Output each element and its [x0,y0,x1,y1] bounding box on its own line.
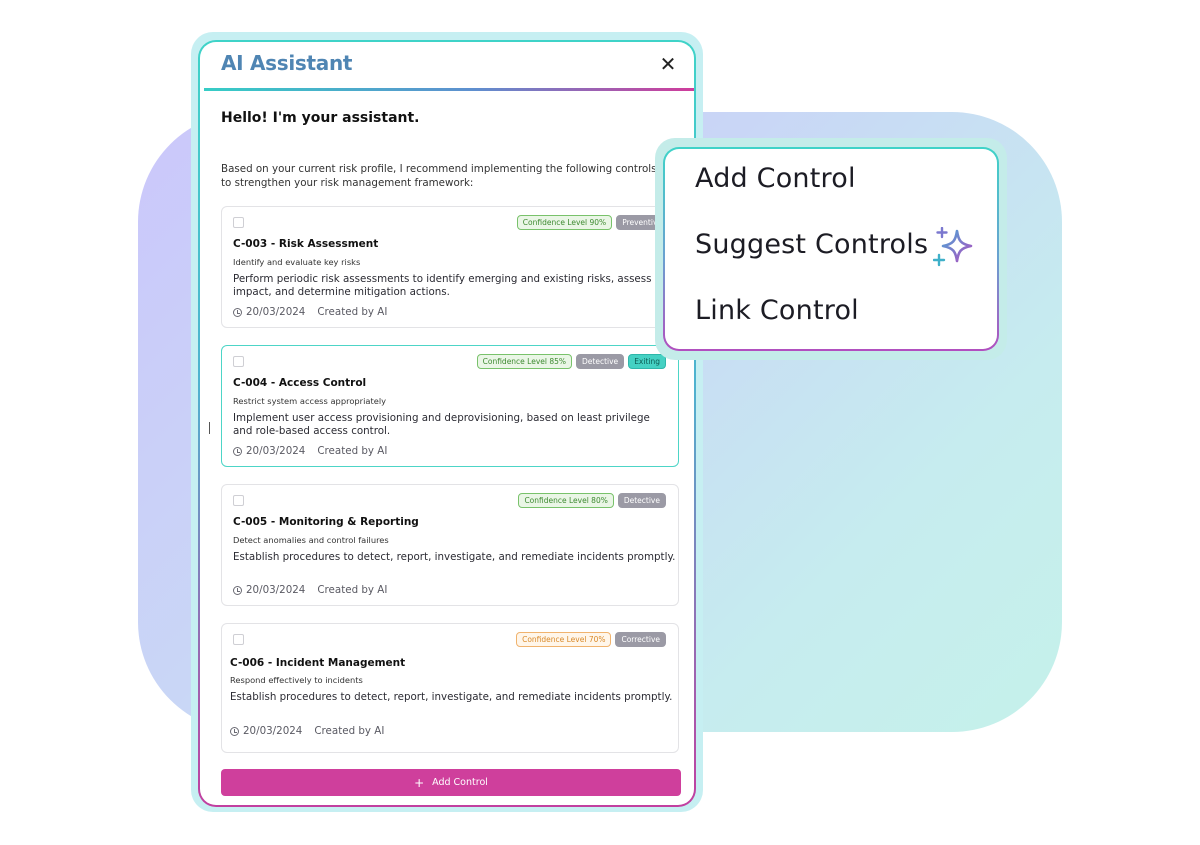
text-cursor [209,422,210,434]
card-subtitle: Detect anomalies and control failures [233,535,389,545]
card-footer: 20/03/2024 Created by AI [233,445,387,457]
card-subtitle: Identify and evaluate key risks [233,257,361,267]
panel-title: AI Assistant [221,51,353,75]
card-footer: 20/03/2024 Created by AI [233,584,387,596]
clock-icon [230,726,239,736]
card-checkbox[interactable] [233,217,244,228]
confidence-badge: Confidence Level 85% [476,354,573,369]
status-badge: Exiting [628,354,666,369]
clock-icon [233,446,242,456]
type-badge: Corrective [615,632,666,647]
plus-icon: + [414,775,425,790]
sparkle-icon [933,227,973,267]
card-checkbox[interactable] [233,356,244,367]
card-subtitle: Respond effectively to incidents [230,675,363,685]
card-creator: Created by AI [314,725,385,737]
card-creator: Created by AI [317,445,388,457]
add-control-label: Add Control [432,777,488,788]
card-description: Establish procedures to detect, report, … [230,691,673,703]
card-title: C-006 - Incident Management [230,657,406,669]
card-creator: Created by AI [317,306,388,318]
card-title: C-005 - Monitoring & Reporting [233,516,419,528]
card-badges: Confidence Level 70% Corrective [516,632,666,647]
header-divider [204,88,694,91]
menu-item-suggest-controls[interactable]: Suggest Controls [695,229,928,260]
card-description: Perform periodic risk assessments to ide… [233,273,652,298]
card-title: C-003 - Risk Assessment [233,238,379,250]
control-card[interactable]: Confidence Level 85% Detective Exiting C… [221,345,679,467]
actions-menu: Add Control Suggest Controls Link Contro… [663,147,999,351]
control-card[interactable]: Confidence Level 90% Preventive C-003 - … [221,206,679,328]
add-control-button[interactable]: + Add Control [221,769,681,796]
card-description: Establish procedures to detect, report, … [233,551,676,563]
card-badges: Confidence Level 85% Detective Exiting [476,354,666,369]
greeting: Hello! I'm your assistant. [221,110,420,126]
type-badge: Detective [617,493,666,508]
close-icon[interactable]: ✕ [658,54,678,74]
menu-item-add-control[interactable]: Add Control [695,163,856,194]
control-card[interactable]: Confidence Level 80% Detective C-005 - M… [221,484,679,606]
menu-item-link-control[interactable]: Link Control [695,295,859,326]
clock-icon [233,585,242,595]
card-date: 20/03/2024 [246,445,306,457]
card-footer: 20/03/2024 Created by AI [233,306,387,318]
confidence-badge: Confidence Level 70% [516,632,612,647]
card-badges: Confidence Level 90% Preventive [516,215,668,230]
card-badges: Confidence Level 80% Detective [518,493,666,508]
card-footer: 20/03/2024 Created by AI [230,725,384,737]
card-checkbox[interactable] [233,634,244,645]
confidence-badge: Confidence Level 90% [516,215,613,230]
card-date: 20/03/2024 [246,306,306,318]
card-title: C-004 - Access Control [233,377,367,389]
clock-icon [233,307,242,317]
card-checkbox[interactable] [233,495,244,506]
card-date: 20/03/2024 [243,725,303,737]
card-subtitle: Restrict system access appropriately [233,396,387,406]
ai-assistant-panel: AI Assistant ✕ Hello! I'm your assistant… [198,40,696,807]
intro-text: Based on your current risk profile, I re… [221,163,657,189]
type-badge: Detective [576,354,625,369]
card-creator: Created by AI [317,584,388,596]
confidence-badge: Confidence Level 80% [518,493,614,508]
control-card[interactable]: Confidence Level 70% Corrective C-006 - … [221,623,679,753]
panel-header: AI Assistant ✕ [200,42,694,92]
card-date: 20/03/2024 [246,584,306,596]
card-description: Implement user access provisioning and d… [233,412,650,437]
